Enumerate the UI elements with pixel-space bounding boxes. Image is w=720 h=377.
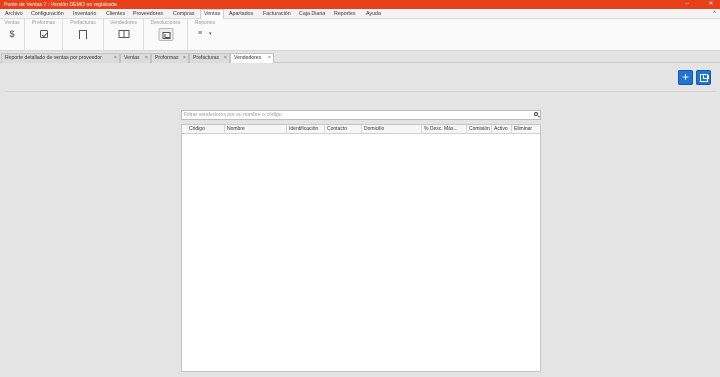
- table-header: Código Nombre Identificación Contacto Do…: [182, 125, 540, 134]
- title-bar: Punto de Ventas 7 : Versión DEMO no regi…: [0, 0, 720, 9]
- book-icon: [118, 30, 129, 38]
- column-header-comision[interactable]: Comisión: [467, 125, 492, 134]
- search-input[interactable]: [182, 111, 530, 119]
- menu-ayuda[interactable]: Ayuda: [363, 9, 384, 19]
- tab-proformas[interactable]: Proformas ×: [151, 53, 189, 63]
- column-header-desc-max[interactable]: % Desc. Máx...: [422, 125, 467, 134]
- ribbon-label-proformas: Proformas: [31, 20, 56, 26]
- add-vendedor-button[interactable]: +: [678, 70, 693, 85]
- menu-proveedores[interactable]: Proveedores: [130, 9, 166, 19]
- tab-label: Ventas: [124, 55, 140, 61]
- menu-bar: Archivo Configuración Inventario Cliente…: [0, 9, 720, 19]
- search-icon[interactable]: [534, 112, 538, 116]
- menu-inventario[interactable]: Inventario: [70, 9, 99, 19]
- ribbon-label-vendedores: Vendedores: [110, 20, 137, 26]
- collapse-ribbon-icon[interactable]: ^: [713, 9, 716, 19]
- checkbox-icon: [39, 30, 48, 38]
- column-header-contacto[interactable]: Contacto: [325, 125, 362, 134]
- ribbon-label-ventas: Ventas: [4, 20, 20, 26]
- chevron-down-icon[interactable]: ▾: [209, 31, 212, 37]
- ribbon-label-reportes: Reportes: [194, 20, 216, 26]
- ribbon: Ventas $ Proformas Prefacturas Vendedore…: [0, 19, 720, 51]
- menu-compras[interactable]: Compras: [170, 9, 198, 19]
- column-header-domicilio[interactable]: Domicilio: [362, 125, 422, 134]
- ribbon-group-ventas[interactable]: Ventas $: [0, 19, 25, 51]
- minimize-button[interactable]: –: [680, 0, 694, 9]
- menu-ventas[interactable]: Ventas: [200, 9, 225, 19]
- ribbon-group-reportes[interactable]: Reportes ≡ ▾: [188, 19, 222, 51]
- divider: [6, 91, 716, 92]
- tab-label: Prefacturas: [193, 55, 220, 61]
- column-header-eliminar[interactable]: Eliminar: [512, 125, 540, 134]
- vendedores-table[interactable]: Código Nombre Identificación Contacto Do…: [181, 124, 541, 372]
- save-button[interactable]: [696, 70, 711, 85]
- tab-reporte-ventas-proveedor[interactable]: Reporte detallado de ventas por proveedo…: [1, 53, 120, 63]
- menu-apartados[interactable]: Apartados: [226, 9, 256, 19]
- tab-label: Vendedores: [234, 55, 262, 61]
- document-icon: [79, 30, 87, 39]
- close-tab-icon[interactable]: ×: [224, 54, 227, 63]
- tab-ventas[interactable]: Ventas ×: [120, 53, 151, 63]
- tab-prefacturas[interactable]: Prefacturas ×: [189, 53, 230, 63]
- ribbon-label-prefacturas: Prefacturas: [70, 20, 96, 26]
- ribbon-group-vendedores[interactable]: Vendedores: [104, 19, 144, 51]
- close-tab-icon[interactable]: ×: [183, 54, 186, 63]
- ribbon-group-devoluciones[interactable]: Devoluciones: [144, 19, 188, 51]
- menu-archivo[interactable]: Archivo: [2, 9, 26, 19]
- document-tab-bar: Reporte detallado de ventas por proveedo…: [0, 52, 720, 64]
- column-header-nombre[interactable]: Nombre: [225, 125, 287, 134]
- search-field[interactable]: [181, 110, 541, 120]
- ribbon-group-proformas[interactable]: Proformas: [25, 19, 63, 51]
- tab-label: Reporte detallado de ventas por proveedo…: [5, 55, 102, 61]
- window-title: Punto de Ventas 7 : Versión DEMO no regi…: [4, 1, 117, 8]
- close-window-button[interactable]: ✕: [704, 0, 718, 9]
- dollar-icon: $: [9, 29, 15, 39]
- ribbon-group-prefacturas[interactable]: Prefacturas: [63, 19, 104, 51]
- return-icon: [158, 28, 173, 43]
- column-header-identificacion[interactable]: Identificación: [287, 125, 325, 134]
- report-list-icon: ≡: [197, 30, 203, 37]
- column-header-codigo[interactable]: Código: [182, 125, 225, 134]
- menu-configuracion[interactable]: Configuración: [28, 9, 67, 19]
- menu-caja-diaria[interactable]: Caja Diaria: [296, 9, 328, 19]
- close-tab-icon[interactable]: ×: [268, 54, 271, 63]
- menu-facturacion[interactable]: Facturación: [260, 9, 294, 19]
- menu-reportes[interactable]: Reportes: [331, 9, 359, 19]
- menu-clientes[interactable]: Clientes: [103, 9, 128, 19]
- close-tab-icon[interactable]: ×: [114, 54, 117, 63]
- tab-label: Proformas: [155, 55, 179, 61]
- floppy-disk-icon: [700, 74, 709, 82]
- column-header-activo[interactable]: Activo: [492, 125, 512, 134]
- ribbon-label-devoluciones: Devoluciones: [150, 20, 181, 26]
- close-tab-icon[interactable]: ×: [145, 54, 148, 63]
